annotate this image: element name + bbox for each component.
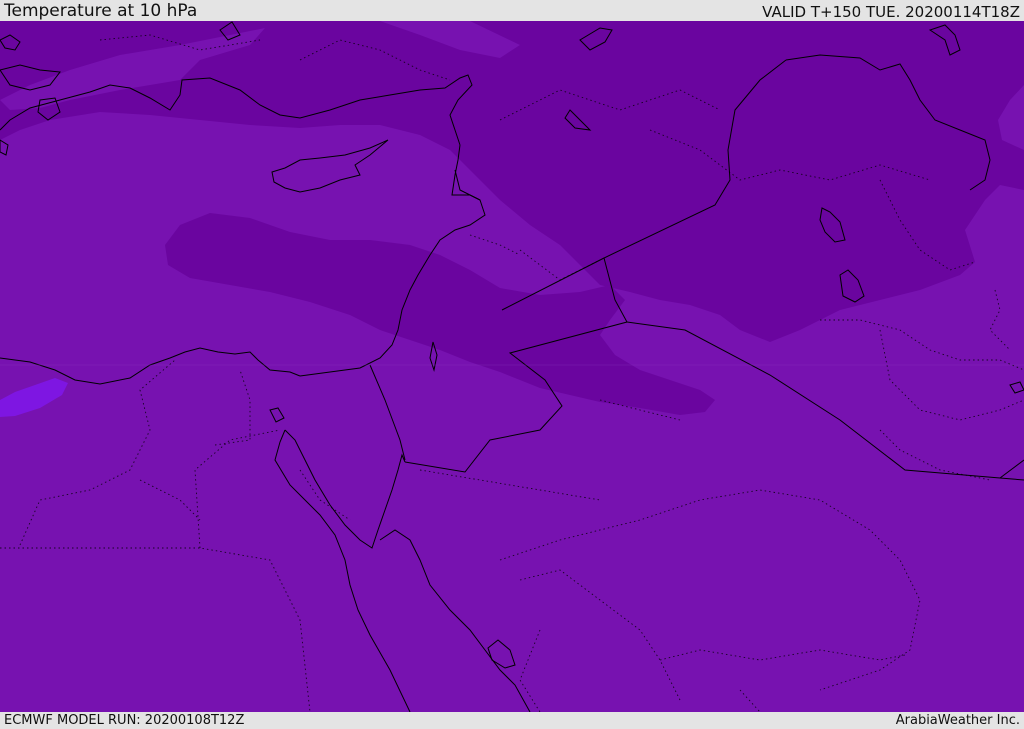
valid-time-label: VALID T+150 TUE. 20200114T18Z <box>762 3 1020 21</box>
map-canvas[interactable] <box>0 21 1024 712</box>
header-bar: Temperature at 10 hPa VALID T+150 TUE. 2… <box>0 0 1024 21</box>
map-title: Temperature at 10 hPa <box>4 1 198 21</box>
model-run-label: ECMWF MODEL RUN: 20200108T12Z <box>4 713 245 728</box>
footer-bar: ECMWF MODEL RUN: 20200108T12Z ArabiaWeat… <box>0 712 1024 729</box>
map-svg <box>0 21 1024 712</box>
credit-label: ArabiaWeather Inc. <box>895 713 1020 728</box>
forecast-map-page: Temperature at 10 hPa VALID T+150 TUE. 2… <box>0 0 1024 729</box>
